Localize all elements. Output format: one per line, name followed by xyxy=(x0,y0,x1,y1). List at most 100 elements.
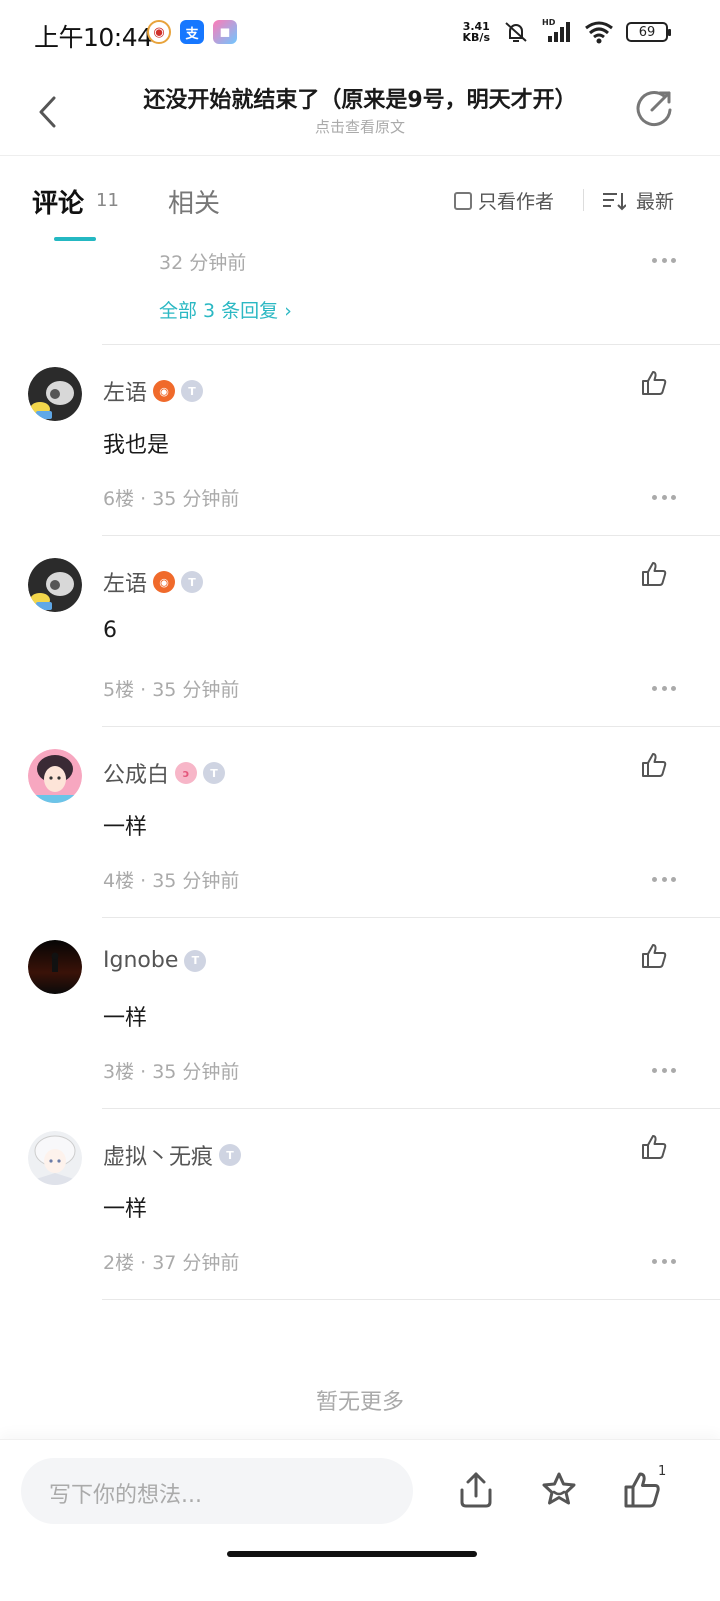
thumbs-up-icon[interactable] xyxy=(640,942,668,970)
comment-floor: 4楼 xyxy=(103,870,135,892)
share-icon[interactable] xyxy=(634,88,674,128)
comment-user-row: Ignobe T xyxy=(103,948,207,973)
status-right: 3.41 KB/s HD 69 xyxy=(463,18,671,45)
comment-floor: 6楼 xyxy=(103,488,135,510)
thumbs-up-icon[interactable] xyxy=(640,369,668,397)
network-speed-unit: KB/s xyxy=(462,31,490,44)
comment-item: 虚拟丶无痕 T 一样 2楼 · 37 分钟前 xyxy=(0,1109,720,1300)
meta-separator: · xyxy=(134,488,153,510)
level-badge-icon: T xyxy=(184,949,207,972)
status-app-icons: ◉ 支 ◼ xyxy=(147,20,237,44)
comment-username[interactable]: 公成白 xyxy=(103,757,169,789)
thumbs-up-icon[interactable] xyxy=(640,1133,668,1161)
comment-time: 35 分钟前 xyxy=(152,679,240,701)
meta-separator: · xyxy=(134,679,153,701)
no-more-text: 暂无更多 xyxy=(315,1390,404,1415)
comment-tabs: 评论 11 相关 只看作者 最新 xyxy=(0,157,720,243)
alipay-icon: 支 xyxy=(180,20,204,44)
comment-user-row: 虚拟丶无痕 T xyxy=(103,1139,242,1171)
sort-label: 最新 xyxy=(636,191,675,213)
meta-separator: · xyxy=(134,870,153,892)
home-indicator[interactable] xyxy=(227,1551,477,1557)
weibo-icon: ◉ xyxy=(147,20,171,44)
comment-user-row: 左语 ◉ T xyxy=(103,566,204,598)
comment-meta: 6楼 · 35 分钟前 xyxy=(103,484,239,511)
comment-username[interactable]: 虚拟丶无痕 xyxy=(103,1139,213,1171)
more-options-icon[interactable] xyxy=(652,495,676,501)
comment-time: 35 分钟前 xyxy=(152,870,240,892)
comment-meta: 2楼 · 37 分钟前 xyxy=(103,1248,239,1275)
swirl-badge-icon: ↄ xyxy=(175,762,198,784)
more-options-icon[interactable] xyxy=(652,877,676,883)
comment-item: 左语 ◉ T 我也是 6楼 · 35 分钟前 xyxy=(0,345,720,536)
sort-toggle[interactable]: 最新 xyxy=(602,187,674,214)
view-all-replies-link[interactable]: 全部 3 条回复 › xyxy=(159,296,292,323)
comment-username[interactable]: Ignobe xyxy=(103,948,178,973)
more-options-icon[interactable] xyxy=(652,686,676,692)
avatar[interactable] xyxy=(28,1131,82,1185)
status-bar: 上午10:44 ◉ 支 ◼ 3.41 KB/s HD 69 xyxy=(0,0,720,64)
wifi-icon xyxy=(585,21,613,44)
avatar[interactable] xyxy=(28,749,82,803)
more-options-icon[interactable] xyxy=(652,1259,676,1265)
comment-content: 一样 xyxy=(103,1197,148,1222)
avatar[interactable] xyxy=(28,940,82,994)
comment-floor: 2楼 xyxy=(103,1252,135,1274)
comment-item: 左语 ◉ T 6 5楼 · 35 分钟前 xyxy=(0,536,720,727)
comment-item: 公成白 ↄ T 一样 4楼 · 35 分钟前 xyxy=(0,727,720,918)
network-speed: 3.41 KB/s xyxy=(463,21,490,43)
only-author-toggle[interactable]: 只看作者 xyxy=(454,187,554,214)
comment-floor: 5楼 xyxy=(103,679,135,701)
only-author-checkbox[interactable] xyxy=(454,191,472,210)
comment-content: 一样 xyxy=(103,815,148,840)
level-badge-icon: T xyxy=(181,380,204,402)
title-bar: 还没开始就结束了（原来是9号，明天才开） 点击查看原文 xyxy=(0,64,720,156)
game-app-icon: ◼ xyxy=(213,20,237,44)
favorite-star-icon[interactable] xyxy=(539,1470,579,1510)
comment-item: Ignobe T 一样 3楼 · 35 分钟前 xyxy=(0,918,720,1109)
like-thumbs-up-icon[interactable] xyxy=(622,1470,662,1510)
cell-signal: HD xyxy=(542,18,572,44)
comment-meta: 4楼 · 35 分钟前 xyxy=(103,866,239,893)
comment-meta: 5楼 · 35 分钟前 xyxy=(103,675,239,702)
status-time: 上午10:44 xyxy=(34,23,153,52)
more-options-icon[interactable] xyxy=(652,1068,676,1074)
share-upload-icon[interactable] xyxy=(456,1470,496,1510)
level-badge-icon: T xyxy=(219,1144,242,1166)
comment-floor: 3楼 xyxy=(103,1061,135,1083)
page-title: 还没开始就结束了（原来是9号，明天才开） xyxy=(143,88,577,113)
view-original-link[interactable]: 点击查看原文 xyxy=(0,116,720,137)
only-author-label: 只看作者 xyxy=(478,191,555,213)
gamepad-badge-icon: ◉ xyxy=(153,571,176,593)
avatar[interactable] xyxy=(28,558,82,612)
comment-time: 35 分钟前 xyxy=(152,1061,240,1083)
battery-indicator: 69 xyxy=(626,22,671,42)
active-tab-indicator xyxy=(54,237,96,241)
comment-time: 37 分钟前 xyxy=(152,1252,240,1274)
comment-count: 11 xyxy=(96,190,119,211)
mute-bell-icon xyxy=(505,22,527,42)
comment-divider xyxy=(102,1299,720,1300)
like-count: 1 xyxy=(658,1464,667,1479)
level-badge-icon: T xyxy=(181,571,204,593)
signal-label: HD xyxy=(542,18,556,27)
thumbs-up-icon[interactable] xyxy=(640,560,668,588)
tab-divider xyxy=(583,189,584,211)
more-options-icon[interactable] xyxy=(652,258,676,264)
reply-timestamp: 32 分钟前 xyxy=(159,252,247,274)
comment-user-row: 公成白 ↄ T xyxy=(103,757,226,789)
thumbs-up-icon[interactable] xyxy=(640,751,668,779)
comment-user-row: 左语 ◉ T xyxy=(103,375,204,407)
comment-username[interactable]: 左语 xyxy=(103,375,147,407)
comment-username[interactable]: 左语 xyxy=(103,566,147,598)
comment-meta: 3楼 · 35 分钟前 xyxy=(103,1057,239,1084)
comment-time: 35 分钟前 xyxy=(152,488,240,510)
avatar[interactable] xyxy=(28,367,82,421)
level-badge-icon: T xyxy=(203,762,226,784)
tab-comments[interactable]: 评论 xyxy=(32,183,84,220)
comment-content: 一样 xyxy=(103,1006,148,1031)
tab-related[interactable]: 相关 xyxy=(168,183,220,220)
comment-input[interactable]: 写下你的想法... xyxy=(21,1458,413,1524)
comment-content: 我也是 xyxy=(103,433,170,458)
gamepad-badge-icon: ◉ xyxy=(153,380,176,402)
